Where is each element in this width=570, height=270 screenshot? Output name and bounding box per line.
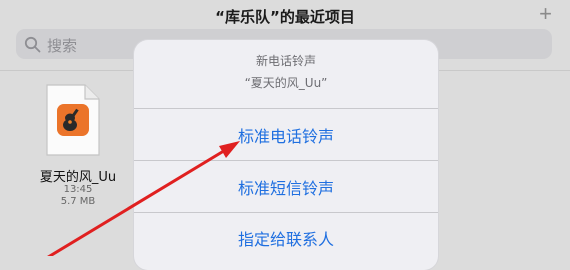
sheet-title: 新电话铃声	[255, 54, 316, 68]
file-time: 13:45	[63, 184, 93, 195]
option-assign-to-contact[interactable]: 指定给联系人	[134, 226, 438, 250]
file-name: 夏天的风_Uu	[39, 170, 117, 185]
add-button[interactable]: +	[539, 1, 552, 27]
page-title: “库乐队”的最近项目	[215, 8, 355, 26]
search-icon	[24, 36, 41, 53]
separator	[134, 160, 438, 161]
option-standard-text-tone[interactable]: 标准短信铃声	[134, 175, 438, 199]
action-sheet: 新电话铃声 “夏天的风_Uu” 标准电话铃声 标准短信铃声 指定给联系人	[134, 40, 438, 270]
option-standard-ringtone[interactable]: 标准电话铃声	[134, 123, 438, 147]
separator	[134, 108, 438, 109]
search-placeholder: 搜索	[47, 37, 78, 55]
separator	[134, 212, 438, 213]
sheet-subtitle: “夏天的风_Uu”	[244, 76, 328, 90]
garageband-file-icon	[46, 84, 100, 156]
file-size: 5.7 MB	[60, 196, 96, 207]
